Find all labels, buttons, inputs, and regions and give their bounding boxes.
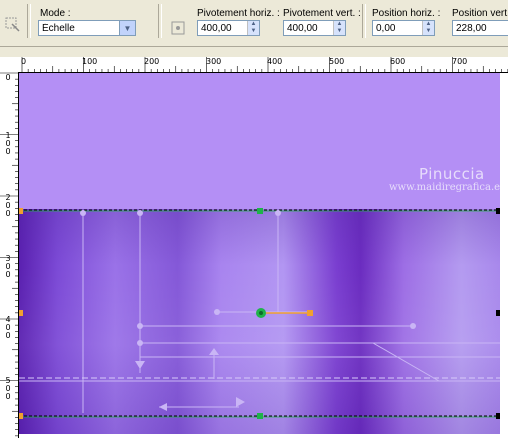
handle-middle-left[interactable] bbox=[19, 310, 23, 316]
ruler-label: 100 bbox=[82, 57, 98, 66]
guide-node[interactable] bbox=[214, 309, 220, 315]
arrow-down-icon[interactable] bbox=[135, 361, 145, 369]
tool-options-bar: Mode : Échelle ▼ Pivotement horiz. : 400… bbox=[0, 0, 508, 47]
ruler-label: 500 bbox=[5, 376, 11, 401]
pivot-v-value: 400,00 bbox=[287, 22, 318, 34]
arrow-right-icon[interactable] bbox=[236, 397, 245, 407]
spin-down-icon[interactable]: ▼ bbox=[334, 28, 345, 35]
ruler-label: 300 bbox=[206, 57, 222, 66]
toolbar-separator bbox=[27, 4, 31, 38]
handle-top-center[interactable] bbox=[257, 208, 263, 214]
ruler-label: 300 bbox=[5, 254, 11, 279]
ruler-label: 200 bbox=[144, 57, 160, 66]
pos-h-input[interactable]: 0,00 ▲ ▼ bbox=[372, 20, 435, 36]
mode-select[interactable]: Échelle ▼ bbox=[38, 20, 136, 36]
ruler-corner bbox=[0, 57, 18, 72]
pivot-icon[interactable] bbox=[168, 18, 188, 38]
handle-top-left[interactable] bbox=[19, 208, 23, 214]
pivot-h-input[interactable]: 400,00 ▲ ▼ bbox=[197, 20, 260, 36]
handle-bottom-center[interactable] bbox=[257, 413, 263, 419]
spin-up-icon[interactable]: ▲ bbox=[423, 21, 434, 28]
ruler-label: 500 bbox=[329, 57, 345, 66]
spin-up-icon[interactable]: ▲ bbox=[334, 21, 345, 28]
handle-bottom-left[interactable] bbox=[19, 413, 23, 419]
chevron-down-icon[interactable]: ▼ bbox=[119, 21, 135, 35]
arrow-up-icon[interactable] bbox=[209, 348, 219, 355]
ruler-label: 0 bbox=[5, 73, 11, 82]
handle-middle-right[interactable] bbox=[496, 310, 500, 316]
toolbar-separator bbox=[362, 4, 366, 38]
ruler-label: 0 bbox=[21, 57, 27, 66]
guide-node[interactable] bbox=[80, 210, 86, 216]
arrow-left-icon[interactable] bbox=[159, 403, 167, 411]
mode-select-value: Échelle bbox=[42, 22, 75, 34]
pivot-v-label: Pivotement vert. : bbox=[283, 8, 361, 19]
guide-node[interactable] bbox=[137, 340, 143, 346]
ruler-label: 400 bbox=[267, 57, 283, 66]
pivot-h-label: Pivotement horiz. : bbox=[197, 8, 280, 19]
rotation-handle[interactable] bbox=[307, 310, 313, 316]
spin-down-icon[interactable]: ▼ bbox=[248, 28, 259, 35]
ruler-label: 600 bbox=[390, 57, 406, 66]
pos-h-value: 0,00 bbox=[376, 22, 396, 34]
spin-down-icon[interactable]: ▼ bbox=[423, 28, 434, 35]
pivot-v-input[interactable]: 400,00 ▲ ▼ bbox=[283, 20, 346, 36]
ruler-label: 700 bbox=[452, 57, 468, 66]
mode-label: Mode : bbox=[40, 8, 71, 19]
toolbar-separator bbox=[158, 4, 162, 38]
pos-h-stepper[interactable]: ▲ ▼ bbox=[422, 21, 434, 35]
spin-up-icon[interactable]: ▲ bbox=[248, 21, 259, 28]
guide-node[interactable] bbox=[275, 210, 281, 216]
pivot-h-stepper[interactable]: ▲ ▼ bbox=[247, 21, 259, 35]
pivot-h-value: 400,00 bbox=[201, 22, 232, 34]
guide-node[interactable] bbox=[410, 323, 416, 329]
ruler-label: 200 bbox=[5, 193, 11, 218]
image-canvas[interactable]: Pinuccia www.maidiregrafica.eu bbox=[19, 73, 500, 434]
vertical-ruler: 0 100 200 300 400 500 bbox=[0, 72, 19, 438]
pos-v-value: 228,00 bbox=[456, 22, 487, 34]
pivot-point-center bbox=[259, 311, 263, 315]
pos-v-label: Position vert. : bbox=[452, 8, 508, 19]
pos-h-label: Position horiz. : bbox=[372, 8, 441, 19]
guide-line bbox=[372, 342, 440, 382]
guide-node[interactable] bbox=[137, 323, 143, 329]
handle-top-right[interactable] bbox=[496, 208, 500, 214]
guide-node[interactable] bbox=[137, 210, 143, 216]
pivot-v-stepper[interactable]: ▲ ▼ bbox=[333, 21, 345, 35]
deform-tool-icon[interactable] bbox=[2, 14, 22, 34]
pos-v-input[interactable]: 228,00 bbox=[452, 20, 508, 36]
deform-overlay bbox=[19, 208, 500, 419]
handle-bottom-right[interactable] bbox=[496, 413, 500, 419]
ruler-label: 400 bbox=[5, 315, 11, 340]
ruler-label: 100 bbox=[5, 131, 11, 156]
horizontal-ruler: 0 100 200 300 400 500 600 700 bbox=[18, 57, 508, 73]
